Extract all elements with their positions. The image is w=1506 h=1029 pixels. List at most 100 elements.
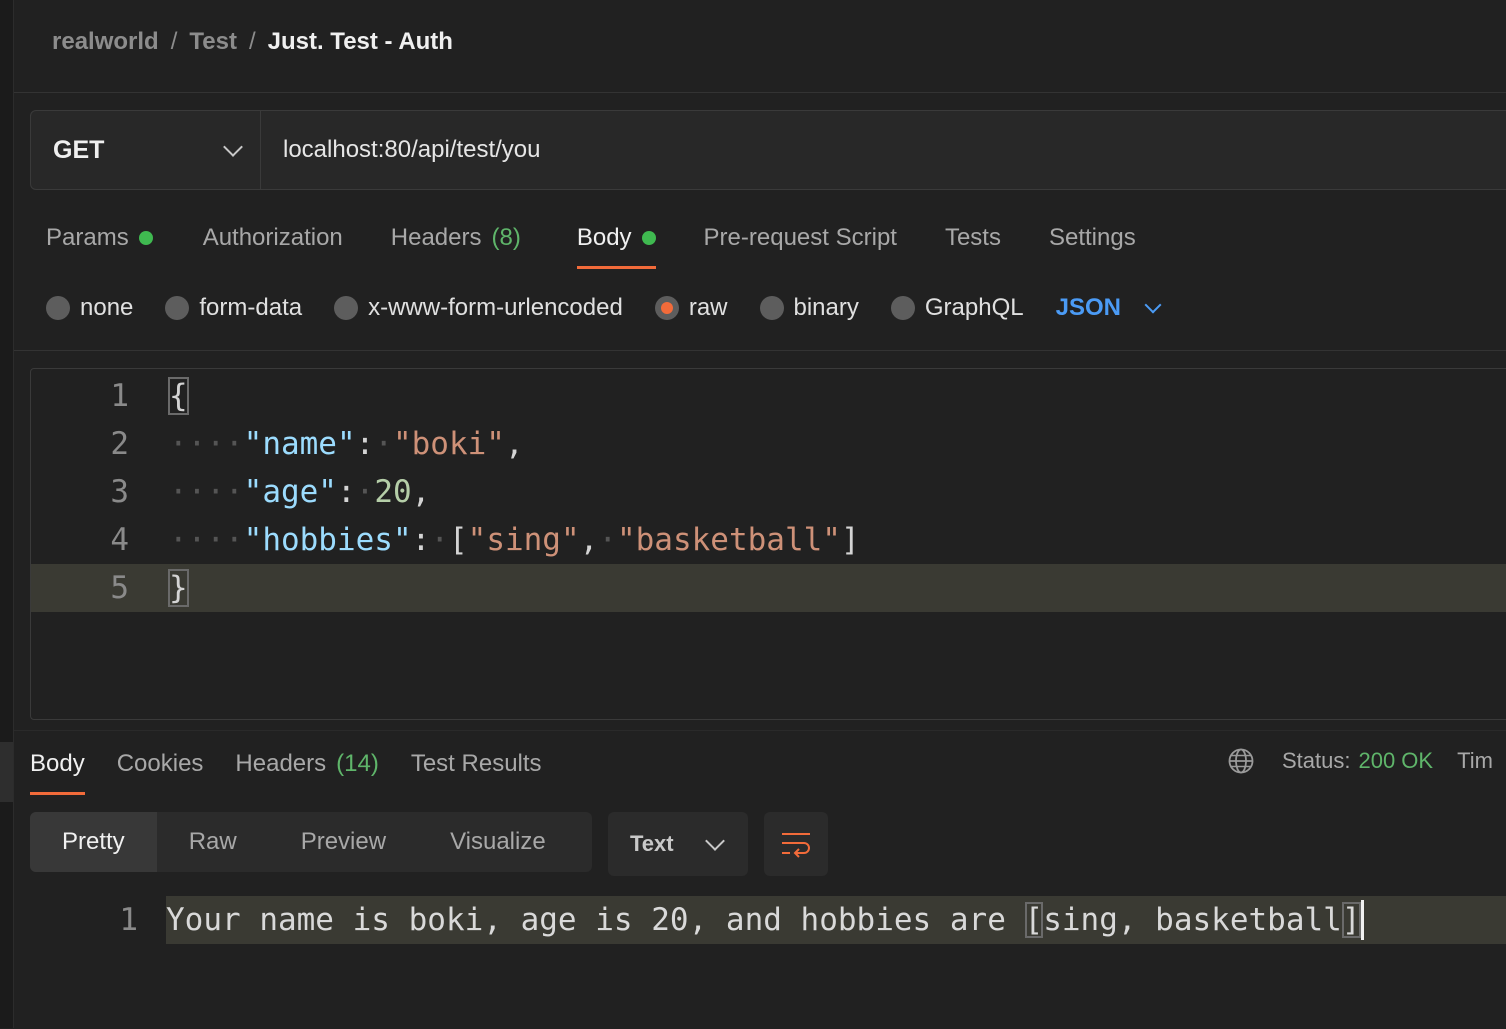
- tab-headers-label: Headers: [390, 224, 482, 251]
- json-number: 20: [374, 474, 412, 510]
- line-number: 3: [110, 474, 129, 510]
- line-number: 2: [110, 426, 129, 462]
- line-content: }: [168, 569, 189, 607]
- mode-graphql[interactable]: GraphQL: [890, 294, 1024, 322]
- mode-none[interactable]: none: [46, 294, 133, 322]
- line-content: ····"hobbies":·["sing",·"basketball"]: [169, 522, 860, 558]
- url-input[interactable]: localhost:80/api/test/you: [261, 111, 541, 189]
- line-content: {: [168, 377, 189, 415]
- status-dot-icon: [641, 231, 656, 245]
- tab-params[interactable]: Params: [46, 222, 153, 254]
- mode-form-data[interactable]: form-data: [165, 294, 302, 322]
- left-strip: [0, 0, 14, 1028]
- response-status: Status: 200 OK Tim: [1228, 748, 1493, 774]
- editor-line: 3 ····"age":·20,: [31, 468, 1506, 516]
- left-strip-marker: [0, 742, 13, 802]
- mode-none-label: none: [80, 294, 134, 321]
- response-tab-test-results-label: Test Results: [410, 750, 542, 777]
- wrap-lines-button[interactable]: [764, 812, 828, 876]
- line-number: 5: [110, 570, 129, 606]
- response-tab-body[interactable]: Body: [30, 748, 85, 795]
- tab-tests[interactable]: Tests: [945, 222, 1001, 254]
- tab-body-label: Body: [576, 224, 632, 251]
- mode-urlencoded[interactable]: x-www-form-urlencoded: [334, 294, 623, 322]
- body-mode-selector: none form-data x-www-form-urlencoded raw…: [46, 294, 1162, 322]
- response-view-modes: Pretty Raw Preview Visualize: [30, 812, 592, 872]
- divider: [14, 92, 1506, 93]
- tab-authorization-label: Authorization: [202, 224, 343, 251]
- tab-pre-request-script[interactable]: Pre-request Script: [704, 222, 897, 254]
- open-bracket: [: [1024, 902, 1044, 938]
- response-line: Your name is boki, age is 20, and hobbie…: [166, 896, 1506, 944]
- request-tabs: Params Authorization Headers (8) Body Pr…: [46, 222, 1136, 272]
- status-code[interactable]: 200 OK: [1358, 748, 1433, 774]
- line-number: 4: [110, 522, 129, 558]
- tab-body[interactable]: Body: [576, 222, 656, 269]
- divider: [14, 350, 1506, 351]
- mode-raw[interactable]: raw: [654, 294, 728, 322]
- format-label: Text: [630, 831, 674, 856]
- tab-authorization[interactable]: Authorization: [203, 222, 343, 254]
- mode-form-data-label: form-data: [199, 294, 303, 321]
- breadcrumb-folder[interactable]: Test: [189, 28, 237, 56]
- mode-binary[interactable]: binary: [759, 294, 859, 322]
- json-key: "age": [243, 474, 337, 510]
- radio-icon[interactable]: [759, 296, 784, 320]
- tab-settings[interactable]: Settings: [1049, 222, 1136, 254]
- mode-graphql-label: GraphQL: [924, 294, 1024, 321]
- json-string: "boki": [392, 426, 505, 462]
- radio-checked-icon[interactable]: [654, 296, 679, 320]
- breadcrumb: realworld / Test / Just. Test - Auth: [52, 28, 453, 56]
- request-name[interactable]: Just. Test - Auth: [268, 28, 453, 56]
- tab-tests-label: Tests: [944, 224, 1001, 251]
- response-text: Your name is boki, age is 20, and hobbie…: [166, 902, 1025, 938]
- mode-binary-label: binary: [793, 294, 859, 321]
- radio-icon[interactable]: [46, 296, 70, 320]
- response-tab-cookies[interactable]: Cookies: [117, 748, 204, 780]
- format-select[interactable]: Text: [608, 812, 748, 876]
- editor-line: 4 ····"hobbies":·["sing",·"basketball"]: [31, 516, 1506, 564]
- response-tab-headers[interactable]: Headers (14): [235, 748, 378, 780]
- method-label: GET: [53, 135, 105, 164]
- radio-icon[interactable]: [165, 296, 190, 320]
- mode-raw-label: raw: [688, 294, 728, 321]
- response-tab-body-label: Body: [30, 750, 85, 777]
- globe-icon[interactable]: [1228, 748, 1254, 774]
- open-brace: {: [168, 377, 189, 415]
- tab-params-label: Params: [46, 224, 129, 251]
- response-list: sing, basketball: [1043, 902, 1342, 938]
- line-content: ····"age":·20,: [169, 474, 431, 510]
- close-brace: }: [168, 569, 189, 607]
- mode-urlencoded-label: x-www-form-urlencoded: [368, 294, 623, 321]
- line-number: 1: [110, 378, 129, 414]
- chevron-down-icon: [1144, 296, 1162, 314]
- method-select[interactable]: GET: [31, 111, 261, 189]
- headers-count-badge: (8): [491, 224, 521, 251]
- wrap-lines-icon: [782, 833, 810, 858]
- time-label[interactable]: Tim: [1457, 748, 1493, 774]
- view-visualize-button[interactable]: Visualize: [418, 812, 578, 872]
- editor-line: 1 {: [31, 372, 1506, 420]
- request-bar: GET localhost:80/api/test/you: [30, 110, 1506, 190]
- breadcrumb-separator: /: [170, 28, 178, 55]
- close-bracket: ]: [1341, 902, 1361, 938]
- response-body[interactable]: 1 Your name is boki, age is 20, and hobb…: [14, 896, 1506, 944]
- radio-icon[interactable]: [890, 296, 915, 320]
- line-content: ····"name":·"boki",: [169, 426, 524, 462]
- response-headers-count-badge: (14): [336, 750, 379, 777]
- chevron-down-icon: [223, 137, 243, 157]
- editor-line-current: 5 }: [31, 564, 1506, 612]
- view-preview-button[interactable]: Preview: [269, 812, 418, 872]
- response-tab-headers-label: Headers: [235, 750, 327, 777]
- body-editor[interactable]: 1 { 2 ····"name":·"boki", 3 ····"age":·2…: [30, 368, 1506, 720]
- breadcrumb-collection[interactable]: realworld: [52, 28, 159, 56]
- editor-line: 2 ····"name":·"boki",: [31, 420, 1506, 468]
- response-tab-test-results[interactable]: Test Results: [411, 748, 542, 780]
- tab-headers[interactable]: Headers (8): [391, 222, 521, 254]
- radio-icon[interactable]: [334, 296, 359, 320]
- view-pretty-button[interactable]: Pretty: [30, 812, 157, 872]
- language-select[interactable]: JSON: [1056, 294, 1162, 322]
- json-key: "name": [243, 426, 356, 462]
- view-raw-button[interactable]: Raw: [157, 812, 269, 872]
- json-key: "hobbies": [243, 522, 412, 558]
